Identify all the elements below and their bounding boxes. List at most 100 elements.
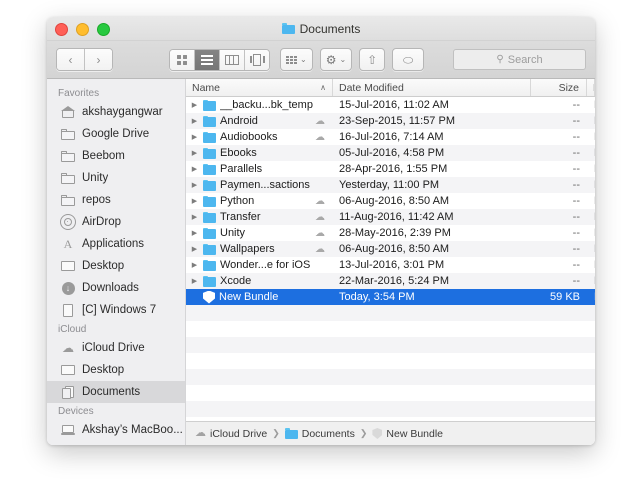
column-header-name[interactable]: Name ∧ xyxy=(186,79,333,96)
cloud-download-icon[interactable]: ☁ xyxy=(315,212,325,223)
action-button[interactable]: ⚙ ⌄ xyxy=(319,48,353,71)
cloud-download-icon[interactable]: ☁ xyxy=(315,132,325,143)
disclosure-triangle-icon[interactable]: ▶ xyxy=(190,165,199,173)
sidebar-item-akshaygangwar[interactable]: akshaygangwar xyxy=(47,101,185,123)
window-body: Favorites akshaygangwar Google Drive Beebom… xyxy=(47,79,595,445)
file-rows-container: ▶ __backu...bk_temp 15-Jul-2016, 11:02 AM -… xyxy=(186,97,595,421)
sidebar-item-google-drive[interactable]: Google Drive xyxy=(47,123,185,145)
sidebar-item-label: iCloud Drive xyxy=(82,342,145,354)
sidebar-item-label: [C] Windows 7 xyxy=(82,304,157,316)
table-row[interactable]: ▶ Ebooks 05-Jul-2016, 4:58 PM -- Fold xyxy=(186,145,595,161)
disclosure-triangle-icon[interactable]: ▶ xyxy=(190,101,199,109)
sidebar-item-beebom[interactable]: Beebom xyxy=(47,145,185,167)
arrange-button[interactable]: ⌄ xyxy=(280,48,313,71)
cell-date-modified: 06-Aug-2016, 8:50 AM xyxy=(339,195,450,207)
sidebar-item-airdrop[interactable]: AirDrop xyxy=(47,211,185,233)
coverflow-icon xyxy=(249,53,265,66)
sidebar-item-downloads[interactable]: ↓ Downloads xyxy=(47,277,185,299)
column-header-kind[interactable]: Kind xyxy=(587,79,595,96)
search-input[interactable]: ⚲ Search xyxy=(453,49,586,70)
breadcrumb-item[interactable]: New Bundle xyxy=(372,428,443,440)
cloud-download-icon[interactable]: ☁ xyxy=(315,116,325,127)
maximize-button[interactable] xyxy=(97,23,110,36)
sidebar-item-label: akshaygangwar xyxy=(82,106,163,118)
table-row[interactable]: ▶ Unity ☁ 28-May-2016, 2:39 PM -- Fold xyxy=(186,225,595,241)
folder-icon xyxy=(60,149,76,163)
cell-name: ▶ Transfer ☁ xyxy=(186,211,333,223)
sidebar-item-label: Desktop xyxy=(82,260,125,272)
sidebar-item-unity[interactable]: Unity xyxy=(47,167,185,189)
sidebar-item-desktop[interactable]: Desktop xyxy=(47,359,185,381)
forward-button[interactable]: › xyxy=(85,49,112,70)
table-row[interactable]: ▶ __backu...bk_temp 15-Jul-2016, 11:02 AM -… xyxy=(186,97,595,113)
cloud-download-icon[interactable]: ☁ xyxy=(315,228,325,239)
sidebar-item-label: Downloads xyxy=(82,282,139,294)
column-header-date-modified[interactable]: Date Modified xyxy=(333,79,531,96)
table-row[interactable]: ▶ Python ☁ 06-Aug-2016, 8:50 AM -- Fold xyxy=(186,193,595,209)
table-row[interactable]: ▶ Wonder...e for iOS 13-Jul-2016, 3:01 PM -… xyxy=(186,257,595,273)
file-name-label: Xcode xyxy=(220,275,252,287)
table-row[interactable]: ▶ Android ☁ 23-Sep-2015, 11:57 PM -- Fold xyxy=(186,113,595,129)
sidebar-item-documents[interactable]: Documents xyxy=(47,381,185,403)
table-row[interactable]: ▶ Wallpapers ☁ 06-Aug-2016, 8:50 AM -- Fold xyxy=(186,241,595,257)
table-row[interactable]: ▶ Transfer ☁ 11-Aug-2016, 11:42 AM -- Fold xyxy=(186,209,595,225)
column-header-name-label: Name xyxy=(192,81,221,94)
minimize-button[interactable] xyxy=(76,23,89,36)
cell-date-modified: 15-Jul-2016, 11:02 AM xyxy=(339,99,449,111)
cloud-download-icon[interactable]: ☁ xyxy=(315,196,325,207)
cell-name: ▶ Audiobooks ☁ xyxy=(186,131,333,143)
disclosure-triangle-icon[interactable]: ▶ xyxy=(190,181,199,189)
cell-size: -- xyxy=(572,195,580,207)
disclosure-triangle-icon[interactable]: ▶ xyxy=(190,261,199,269)
blue-folder-icon xyxy=(284,428,298,439)
view-columns-button[interactable] xyxy=(220,49,245,70)
breadcrumb-item[interactable]: Documents xyxy=(284,428,355,440)
cell-kind: Fold xyxy=(587,163,595,175)
table-row[interactable]: New Bundle Today, 3:54 PM 59 KB Bun xyxy=(186,289,595,305)
cell-date-modified: 23-Sep-2015, 11:57 PM xyxy=(339,115,455,127)
close-button[interactable] xyxy=(55,23,68,36)
cell-kind: Bun xyxy=(587,291,595,303)
view-coverflow-button[interactable] xyxy=(245,49,269,70)
table-row[interactable]: ▶ Xcode 22-Mar-2016, 5:24 PM -- Fold xyxy=(186,273,595,289)
sidebar-item-icloud-drive[interactable]: ☁ iCloud Drive xyxy=(47,337,185,359)
cloud-icon: ☁ xyxy=(62,341,74,355)
folder-icon xyxy=(60,127,76,141)
sidebar-item-c-windows-7[interactable]: [C] Windows 7 xyxy=(47,299,185,321)
sidebar-item-label: AirDrop xyxy=(82,216,121,228)
back-button[interactable]: ‹ xyxy=(57,49,85,70)
view-list-button[interactable] xyxy=(195,49,220,70)
breadcrumb-item[interactable]: ☁ iCloud Drive xyxy=(195,428,267,440)
table-row[interactable]: ▶ Audiobooks ☁ 16-Jul-2016, 7:14 AM -- Fold xyxy=(186,129,595,145)
sidebar-item-desktop[interactable]: Desktop xyxy=(47,255,185,277)
breadcrumb-separator-icon: ❯ xyxy=(272,428,280,438)
disclosure-triangle-icon[interactable]: ▶ xyxy=(190,133,199,141)
disclosure-triangle-icon[interactable]: ▶ xyxy=(190,245,199,253)
columns-icon xyxy=(225,54,239,65)
table-row[interactable]: ▶ Parallels 28-Apr-2016, 1:55 PM -- Fold xyxy=(186,161,595,177)
disclosure-triangle-icon[interactable]: ▶ xyxy=(190,229,199,237)
table-row[interactable]: ▶ Paymen...sactions Yesterday, 11:00 PM -- F… xyxy=(186,177,595,193)
sidebar-item-label: Documents xyxy=(82,386,141,398)
sidebar-item-applications[interactable]: A Applications xyxy=(47,233,185,255)
cell-name: ▶ Parallels xyxy=(186,163,333,175)
cell-size: -- xyxy=(572,227,580,239)
tag-button[interactable]: ⬭ xyxy=(392,48,425,71)
sidebar-item-repos[interactable]: repos xyxy=(47,189,185,211)
disclosure-triangle-icon[interactable]: ▶ xyxy=(190,277,199,285)
disclosure-triangle-icon[interactable]: ▶ xyxy=(190,197,199,205)
sidebar-item-label: repos xyxy=(82,194,111,206)
window-titlebar[interactable]: Documents xyxy=(47,17,595,41)
disclosure-triangle-icon[interactable]: ▶ xyxy=(190,149,199,157)
column-header-size[interactable]: Size xyxy=(531,79,587,96)
sidebar-item-akshay-s-macboo[interactable]: Akshay’s MacBoo... xyxy=(47,419,185,441)
disclosure-triangle-icon[interactable]: ▶ xyxy=(190,213,199,221)
disclosure-triangle-icon[interactable]: ▶ xyxy=(190,117,199,125)
view-icon-grid-button[interactable] xyxy=(170,49,195,70)
folder-icon xyxy=(60,193,76,207)
share-button[interactable]: ⇧ xyxy=(359,48,386,71)
file-name-label: Android xyxy=(220,115,258,127)
cell-kind: Fold xyxy=(587,115,595,127)
blue-folder-icon xyxy=(203,131,216,143)
cloud-download-icon[interactable]: ☁ xyxy=(315,244,325,255)
